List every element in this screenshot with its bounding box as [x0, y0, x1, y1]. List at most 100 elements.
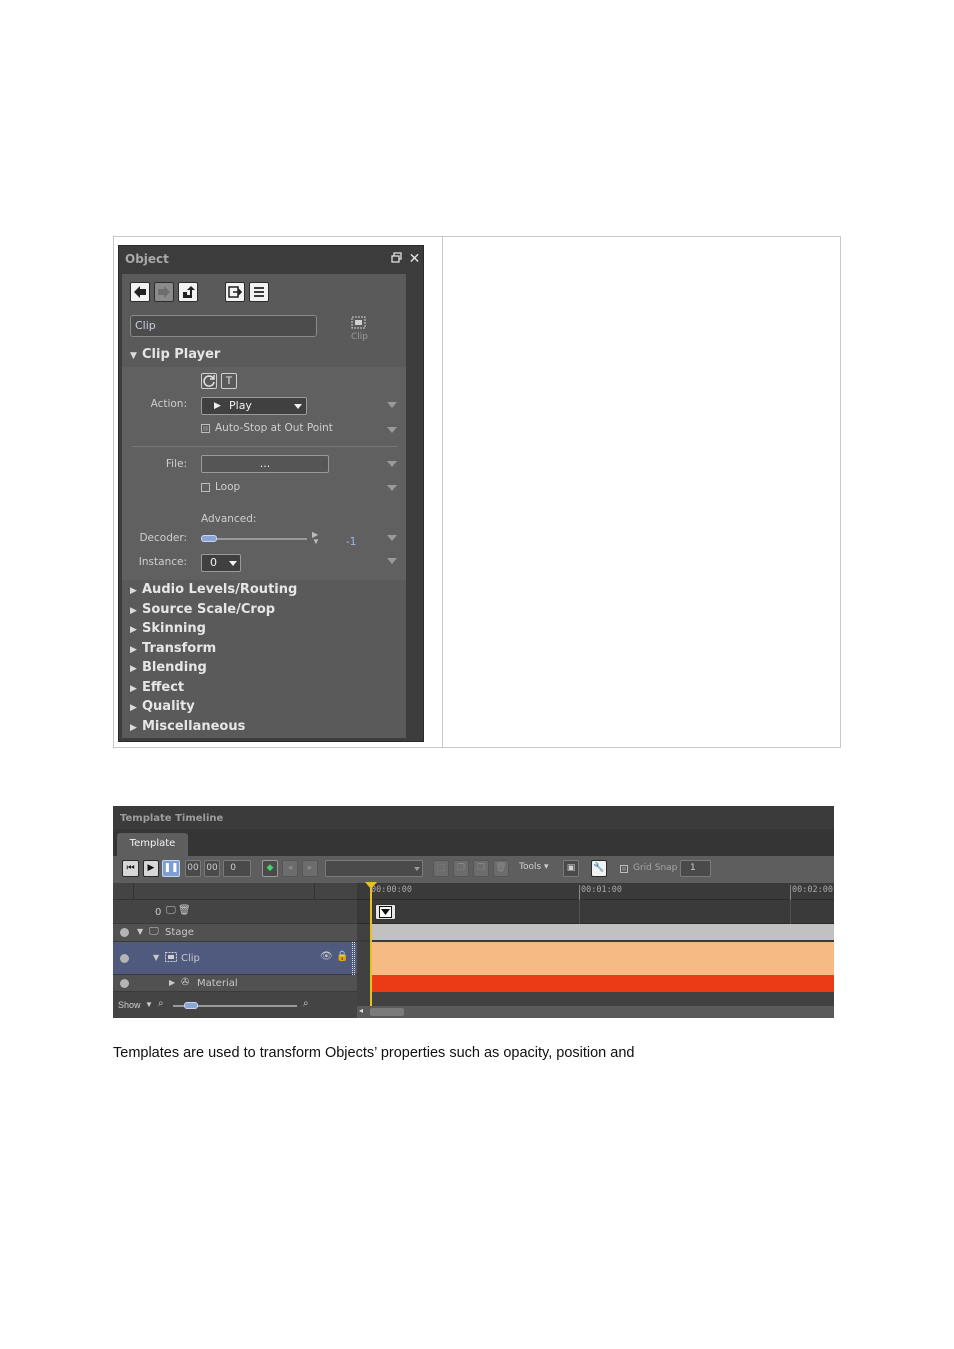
section-skinning[interactable]: ▶ Skinning [130, 621, 206, 636]
resize-handle[interactable] [352, 942, 355, 975]
decoder-stepper[interactable]: ▶ ▼ [312, 531, 320, 546]
zoom-out-icon[interactable]: ⌕ [158, 998, 164, 1009]
delete-button[interactable]: 🗑 [493, 860, 509, 877]
trash-icon: 🗑 [495, 863, 507, 873]
loop-menu-arrow-icon[interactable] [387, 485, 397, 491]
zoom-slider-handle[interactable] [184, 1002, 198, 1009]
visibility-dot[interactable] [120, 928, 129, 937]
add-keyframe-button[interactable]: ◆ [262, 860, 278, 877]
playhead[interactable] [370, 883, 372, 1006]
settings-button[interactable]: 🔧 [591, 860, 607, 877]
playhead-handle-icon[interactable] [365, 882, 377, 889]
frame-value: 0 [230, 863, 236, 873]
restore-window-icon[interactable] [390, 252, 403, 265]
back-button[interactable] [130, 282, 150, 302]
auto-stop-label: Auto-Stop at Out Point [215, 422, 333, 434]
chevron-down-icon [414, 867, 420, 871]
export-button[interactable] [225, 282, 245, 302]
scroll-left-icon[interactable]: ◂ [359, 1006, 363, 1015]
triangle-right-icon: ▶ [130, 625, 137, 635]
clip-player-label: Clip Player [142, 347, 221, 362]
track-label: Material [197, 978, 238, 989]
section-blending[interactable]: ▶ Blending [130, 660, 207, 675]
auto-stop-checkbox[interactable] [201, 424, 210, 433]
track-bar-stage[interactable] [372, 924, 834, 940]
select-all-button[interactable]: ⬚ [433, 860, 449, 877]
tab-template[interactable]: Template [117, 833, 188, 857]
chevron-down-icon[interactable]: ▼ [145, 1000, 153, 1009]
object-panel: Object ✕ Clip Clip ▼ Clip Player T Actio… [118, 245, 424, 742]
text-button[interactable]: T [221, 373, 237, 389]
play-button[interactable]: ▶ [143, 860, 159, 877]
track-bar-material[interactable] [372, 975, 834, 992]
instance-dropdown[interactable]: 0 [201, 554, 241, 572]
interpolation-dropdown[interactable] [325, 860, 423, 877]
section-label: Quality [142, 699, 195, 714]
save-button[interactable]: ▣ [563, 860, 579, 877]
clip-icon [165, 952, 177, 965]
grid-snap-checkbox[interactable] [620, 865, 628, 873]
triangle-right-icon: ▶ [130, 606, 137, 616]
time-field-b[interactable]: 00 [204, 860, 220, 877]
forward-button[interactable] [154, 282, 174, 302]
section-audio-levels-routing[interactable]: ▶ Audio Levels/Routing [130, 582, 297, 597]
time-field-a[interactable]: 00 [185, 860, 201, 877]
eye-icon[interactable]: 👁 [320, 951, 333, 962]
horizontal-scrollbar[interactable]: ◂ [357, 1006, 834, 1018]
previous-keyframe-button[interactable]: ◂ [282, 860, 298, 877]
decoder-slider-handle[interactable] [201, 535, 217, 542]
track-bar-clip[interactable] [372, 942, 834, 975]
chevron-down-icon [229, 561, 237, 566]
track-row-clip[interactable]: ▼ Clip 👁 🔒 [113, 942, 358, 975]
section-effect[interactable]: ▶ Effect [130, 680, 184, 695]
clip-player-header[interactable]: ▼ Clip Player [130, 347, 220, 362]
paste-button[interactable]: ❐ [473, 860, 489, 877]
file-label: File: [165, 458, 187, 470]
tools-menu[interactable]: Tools ▾ [519, 862, 549, 872]
file-browse-button[interactable]: ... [201, 455, 329, 473]
copy-button[interactable]: ❐ [453, 860, 469, 877]
grid-snap-value: 1 [690, 863, 696, 873]
triangle-down-icon: ▼ [137, 927, 144, 936]
time-ruler[interactable]: 00:00:00 00:01:00 00:02:00 [357, 883, 834, 900]
keyframe-marker[interactable] [375, 904, 396, 920]
section-transform[interactable]: ▶ Transform [130, 641, 216, 656]
menu-button[interactable] [249, 282, 269, 302]
refresh-button[interactable] [201, 373, 217, 389]
visibility-dot[interactable] [120, 954, 129, 963]
grid-snap-stepper[interactable]: 1 [680, 860, 711, 877]
decoder-menu-arrow-icon[interactable] [387, 535, 397, 541]
pause-button[interactable]: ❚❚ [162, 860, 180, 877]
instance-menu-arrow-icon[interactable] [387, 558, 397, 564]
track-row-stage[interactable]: ▼ 🖵 Stage [113, 924, 358, 942]
track-footer: Show ▼ ⌕ ⌕ [113, 992, 358, 1018]
section-quality[interactable]: ▶ Quality [130, 699, 195, 714]
close-icon[interactable]: ✕ [408, 251, 421, 265]
auto-stop-menu-arrow-icon[interactable] [387, 427, 397, 433]
file-menu-arrow-icon[interactable] [387, 461, 397, 467]
trash-icon[interactable]: 🗑 [178, 905, 191, 916]
triangle-right-icon: ▶ [130, 684, 137, 694]
material-icon: ✇ [181, 977, 190, 988]
section-miscellaneous[interactable]: ▶ Miscellaneous [130, 719, 245, 734]
lock-icon[interactable]: 🔒 [336, 951, 348, 962]
next-keyframe-button[interactable]: ▸ [302, 860, 318, 877]
action-dropdown[interactable]: ▶ Play [201, 397, 307, 415]
timeline-tab-bar [113, 829, 834, 856]
object-inner: Clip Clip ▼ Clip Player T Action: ▶ Play … [122, 274, 406, 738]
loop-checkbox[interactable] [201, 483, 210, 492]
visibility-dot[interactable] [120, 979, 129, 988]
up-level-button[interactable] [178, 282, 198, 302]
zoom-in-icon[interactable]: ⌕ [303, 998, 309, 1009]
section-source-scale-crop[interactable]: ▶ Source Scale/Crop [130, 602, 275, 617]
timeline-toolbar: ⏮ ▶ ❚❚ 00 00 0 ◆ ◂ ▸ ⬚ ❐ ❐ 🗑 Tools ▾ ▣ 🔧… [113, 856, 834, 883]
track-row-material[interactable]: ▶ ✇ Material [113, 975, 358, 992]
show-menu[interactable]: Show [118, 1000, 141, 1010]
clip-name-field[interactable]: Clip [130, 315, 317, 337]
action-menu-arrow-icon[interactable] [387, 402, 397, 408]
go-to-start-button[interactable]: ⏮ [122, 860, 139, 877]
figure-table-divider [442, 237, 443, 747]
scrollbar-thumb[interactable] [370, 1008, 404, 1016]
frame-stepper[interactable]: 0 [223, 860, 251, 877]
monitor-icon[interactable]: 🖵 [166, 905, 176, 916]
